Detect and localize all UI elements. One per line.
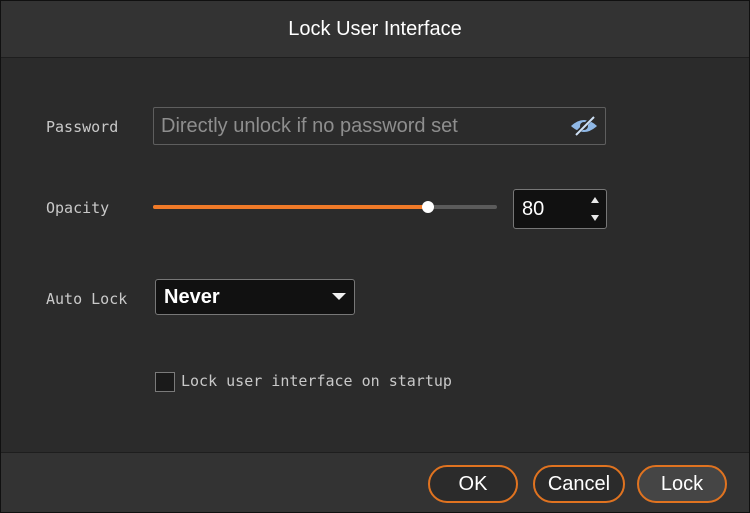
spin-down-icon[interactable] bbox=[591, 215, 599, 221]
dialog-title: Lock User Interface bbox=[288, 17, 462, 40]
spin-up-icon[interactable] bbox=[591, 197, 599, 203]
eye-slash-icon[interactable] bbox=[567, 112, 601, 140]
opacity-value[interactable]: 80 bbox=[522, 190, 544, 228]
lock-ui-dialog: Lock User Interface Password Opacity 80 … bbox=[0, 0, 750, 513]
ok-button[interactable]: OK bbox=[428, 465, 518, 503]
dialog-titlebar: Lock User Interface bbox=[1, 1, 749, 58]
opacity-spinbox[interactable]: 80 bbox=[513, 189, 607, 229]
lock-on-startup-label[interactable]: Lock user interface on startup bbox=[181, 372, 452, 390]
opacity-slider[interactable] bbox=[153, 197, 497, 217]
cancel-button[interactable]: Cancel bbox=[533, 465, 625, 503]
opacity-label: Opacity bbox=[46, 199, 110, 217]
slider-handle[interactable] bbox=[422, 201, 434, 213]
slider-fill bbox=[153, 205, 428, 209]
spin-arrows bbox=[588, 194, 602, 224]
lock-on-startup-checkbox[interactable] bbox=[155, 372, 175, 392]
auto-lock-label: Auto Lock bbox=[46, 290, 128, 308]
password-label: Password bbox=[46, 118, 119, 136]
dropdown-caret-icon bbox=[332, 293, 346, 300]
auto-lock-selected: Never bbox=[164, 286, 220, 308]
auto-lock-dropdown[interactable]: Never bbox=[155, 279, 355, 315]
lock-button[interactable]: Lock bbox=[637, 465, 727, 503]
password-field[interactable] bbox=[153, 107, 606, 145]
password-input[interactable] bbox=[154, 108, 561, 144]
